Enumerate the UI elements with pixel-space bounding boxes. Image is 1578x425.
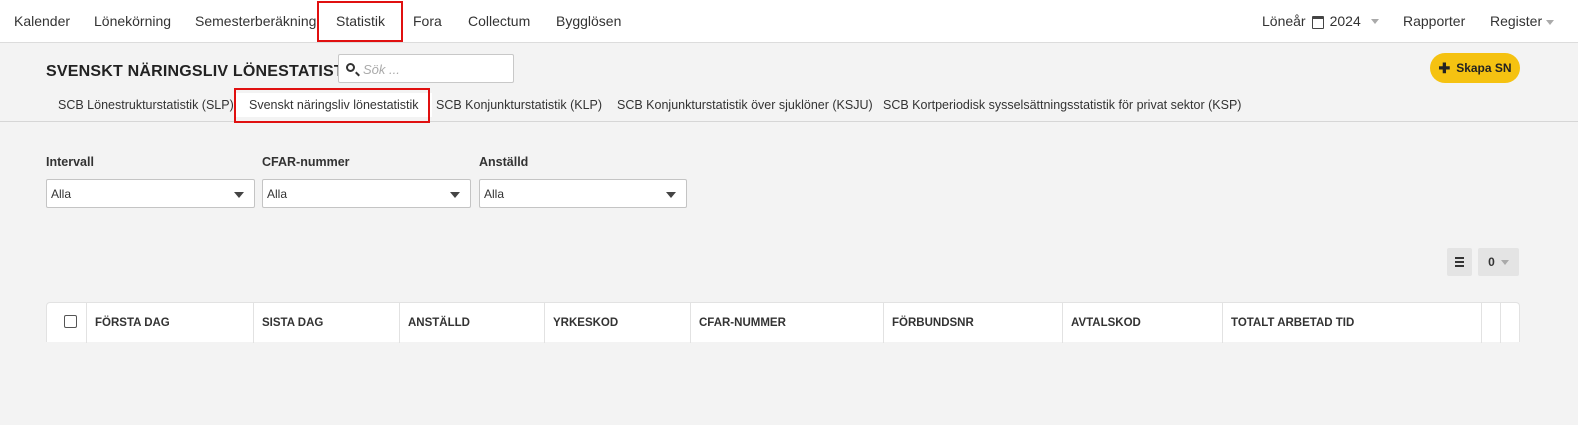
search-icon (346, 63, 355, 72)
nav-kalender[interactable]: Kalender (14, 0, 70, 42)
nav-register-label: Register (1490, 13, 1543, 29)
tab-klp[interactable]: SCB Konjunkturstatistik (KLP) (436, 93, 602, 117)
column-header-avtalskod[interactable]: AVTALSKOD (1063, 303, 1223, 343)
page-size-value: 0 (1488, 255, 1495, 269)
anstalld-value: Alla (484, 187, 505, 201)
column-header-sista-dag[interactable]: SISTA DAG (254, 303, 400, 343)
page-header: SVENSKT NÄRINGSLIV LÖNESTATISTIK ✚ Skapa… (0, 43, 1578, 122)
intervall-value: Alla (51, 187, 72, 201)
filter-label-anstalld: Anställd (479, 155, 529, 169)
column-header-yrkeskod[interactable]: YRKESKOD (545, 303, 691, 343)
column-header-forbundsnr[interactable]: FÖRBUNDSNR (884, 303, 1063, 343)
cfar-select[interactable]: Alla (262, 179, 471, 208)
chevron-down-icon (1370, 18, 1379, 24)
nav-collectum[interactable]: Collectum (468, 0, 530, 42)
create-sn-button[interactable]: ✚ Skapa SN (1430, 53, 1520, 83)
nav-semesterberakning[interactable]: Semesterberäkning (195, 0, 316, 42)
nav-fora[interactable]: Fora (413, 0, 442, 42)
column-header-forsta-dag[interactable]: FÖRSTA DAG (87, 303, 254, 343)
search-input[interactable] (363, 59, 508, 79)
intervall-select[interactable]: Alla (46, 179, 255, 208)
statistics-table: FÖRSTA DAG SISTA DAG ANSTÄLLD YRKESKOD C… (46, 302, 1520, 343)
chevron-down-icon (1500, 259, 1509, 265)
list-icon (1455, 257, 1464, 267)
page-size-dropdown[interactable]: 0 (1478, 248, 1519, 276)
chevron-down-icon (1546, 19, 1555, 25)
anstalld-select[interactable]: Alla (479, 179, 687, 208)
select-all-cell (47, 303, 87, 343)
filter-label-cfar: CFAR-nummer (262, 155, 350, 169)
loneyear-label: Löneår (1262, 13, 1306, 29)
dropdown-arrow-icon (234, 192, 244, 198)
page-title: SVENSKT NÄRINGSLIV LÖNESTATISTIK (46, 63, 361, 80)
tab-svenskt-naringsliv[interactable]: Svenskt näringsliv lönestatistik (236, 93, 432, 117)
column-header-anstalld[interactable]: ANSTÄLLD (400, 303, 545, 343)
create-sn-label: Skapa SN (1456, 61, 1512, 75)
select-all-checkbox[interactable] (64, 315, 77, 328)
search-box (338, 54, 514, 83)
loneyear-selector[interactable]: Löneår 2024 (1262, 0, 1379, 42)
nav-lonekorning[interactable]: Lönekörning (94, 0, 171, 42)
dropdown-arrow-icon (450, 192, 460, 198)
nav-register-menu[interactable]: Register (1490, 0, 1555, 42)
tab-ksju[interactable]: SCB Konjunkturstatistik över sjuklöner (… (617, 93, 873, 117)
dropdown-arrow-icon (666, 192, 676, 198)
column-header-cfar-nummer[interactable]: CFAR-NUMMER (691, 303, 884, 343)
plus-icon: ✚ (1438, 60, 1451, 76)
loneyear-value: 2024 (1329, 13, 1361, 29)
top-navigation: Kalender Lönekörning Semesterberäkning S… (0, 0, 1578, 43)
tab-ksp[interactable]: SCB Kortperiodisk sysselsättningsstatist… (883, 93, 1241, 117)
list-view-button[interactable] (1447, 248, 1472, 276)
cfar-value: Alla (267, 187, 288, 201)
tab-slp[interactable]: SCB Lönestrukturstatistik (SLP) (58, 93, 234, 117)
nav-rapporter[interactable]: Rapporter (1403, 0, 1465, 42)
nav-statistik[interactable]: Statistik (336, 0, 385, 42)
column-header-extra (1482, 303, 1501, 343)
filter-label-intervall: Intervall (46, 155, 94, 169)
column-header-totalt-arbetad-tid[interactable]: TOTALT ARBETAD TID (1223, 303, 1482, 343)
calendar-icon (1311, 15, 1324, 29)
nav-bygglosen[interactable]: Bygglösen (556, 0, 621, 42)
